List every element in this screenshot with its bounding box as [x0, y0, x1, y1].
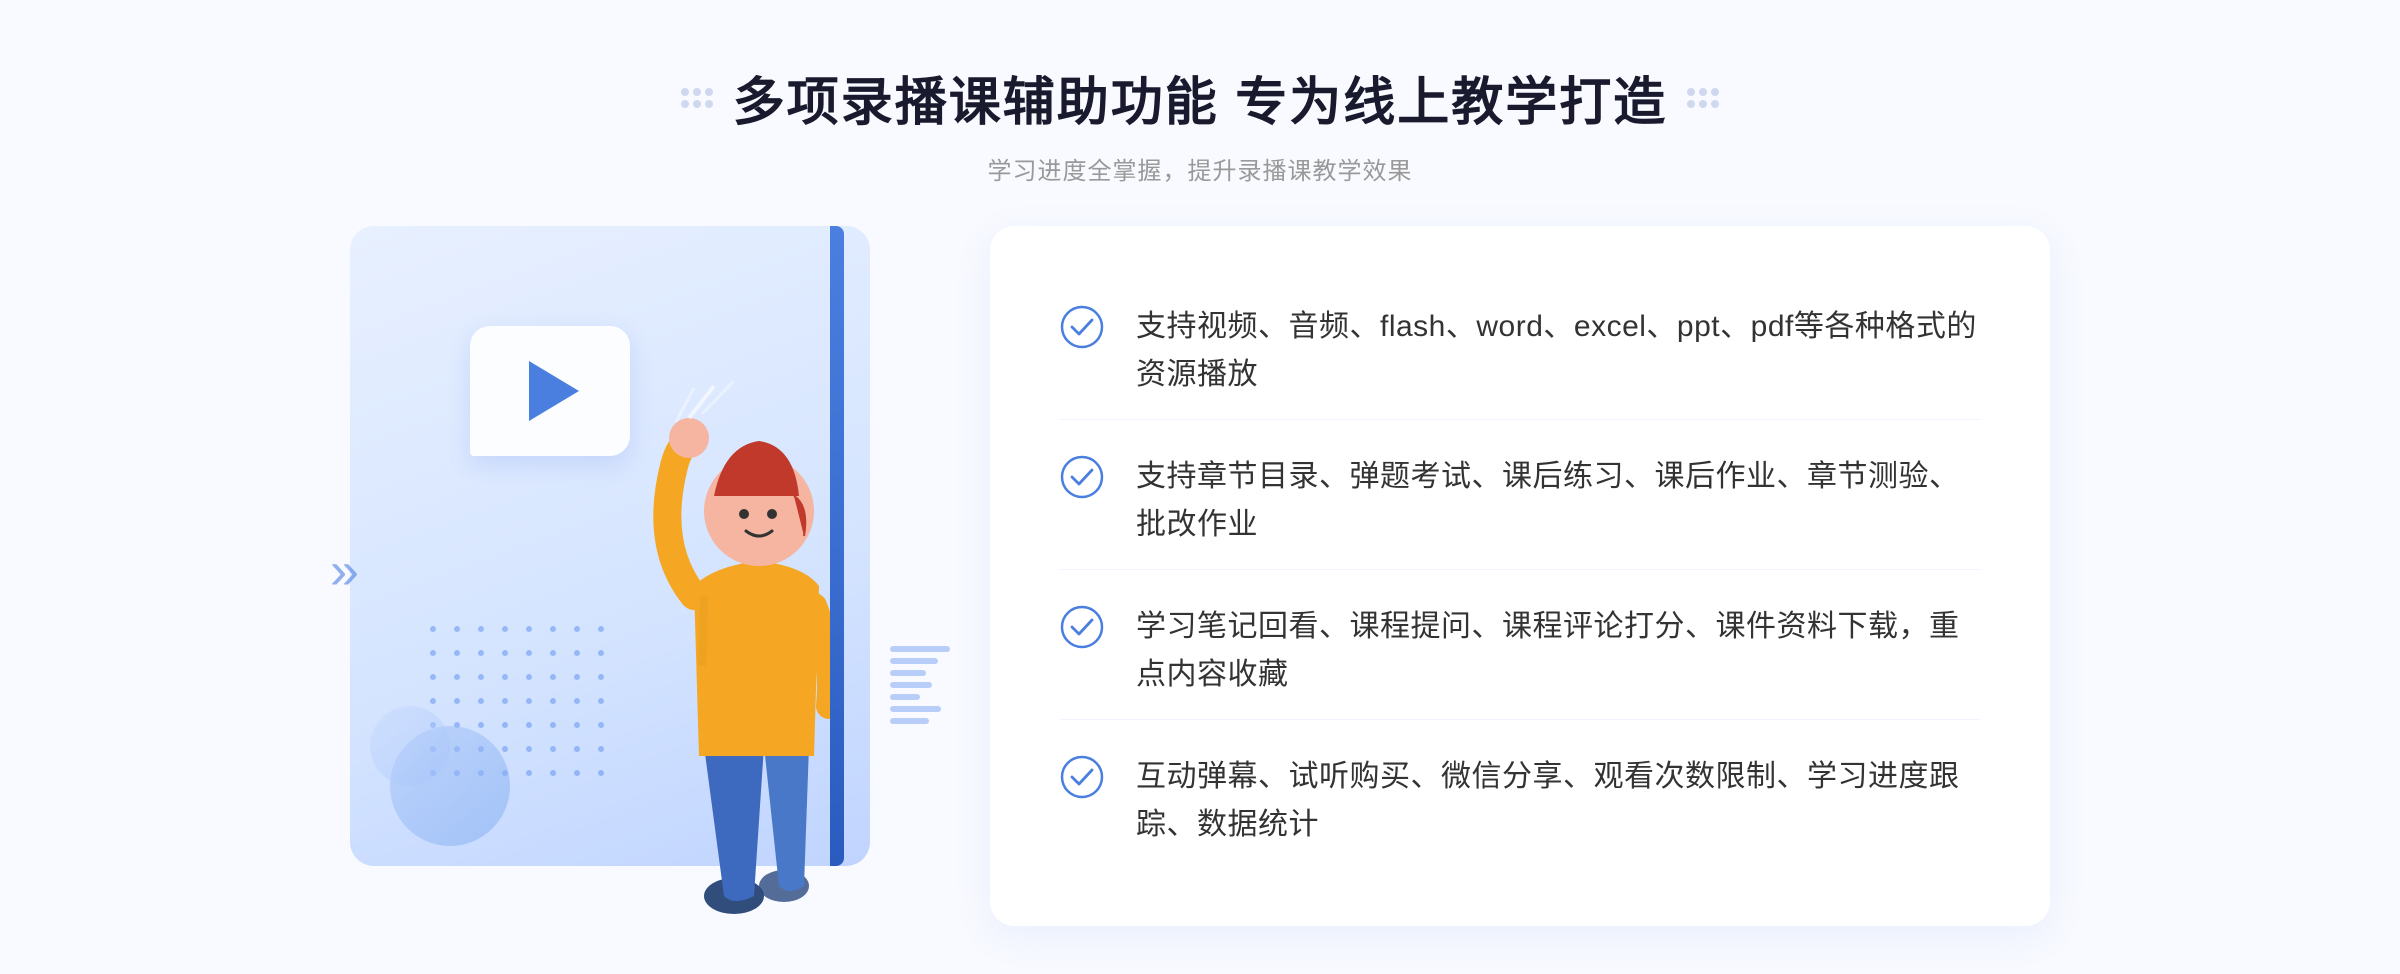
illustration-container: » [350, 226, 1030, 926]
content-area: » 支持视频、音频、flash、word、excel、ppt、pdf等各种格式的… [350, 226, 2050, 926]
check-icon-3 [1060, 605, 1104, 649]
subtitle: 学习进度全掌握，提升录播课教学效果 [681, 151, 1719, 186]
person-figure [594, 366, 914, 926]
deco-circle-2 [370, 706, 450, 786]
chevron-left-decoration: » [330, 541, 359, 601]
blue-accent-bar [830, 226, 844, 866]
feature-item-2: 支持章节目录、弹题考试、课后练习、课后作业、章节测验、批改作业 [1060, 433, 1980, 570]
play-triangle [529, 361, 579, 421]
check-icon-2 [1060, 455, 1104, 499]
feature-item-3: 学习笔记回看、课程提问、课程评论打分、课件资料下载，重点内容收藏 [1060, 583, 1980, 720]
title-row: 多项录播课辅助功能 专为线上教学打造 [681, 60, 1719, 135]
feature-text-4: 互动弹幕、试听购买、微信分享、观看次数限制、学习进度跟踪、数据统计 [1136, 753, 1980, 849]
check-icon-4 [1060, 755, 1104, 799]
title-dots-right [1687, 88, 1719, 108]
features-panel: 支持视频、音频、flash、word、excel、ppt、pdf等各种格式的资源… [990, 226, 2050, 926]
feature-text-2: 支持章节目录、弹题考试、课后练习、课后作业、章节测验、批改作业 [1136, 453, 1980, 549]
title-dots-left [681, 88, 713, 108]
feature-item-1: 支持视频、音频、flash、word、excel、ppt、pdf等各种格式的资源… [1060, 283, 1980, 420]
page-container: 多项录播课辅助功能 专为线上教学打造 学习进度全掌握，提升录播课教学效果 [0, 0, 2400, 974]
check-icon-1 [1060, 305, 1104, 349]
main-title: 多项录播课辅助功能 专为线上教学打造 [733, 60, 1667, 135]
feature-text-3: 学习笔记回看、课程提问、课程评论打分、课件资料下载，重点内容收藏 [1136, 603, 1980, 699]
feature-text-1: 支持视频、音频、flash、word、excel、ppt、pdf等各种格式的资源… [1136, 303, 1980, 399]
header-section: 多项录播课辅助功能 专为线上教学打造 学习进度全掌握，提升录播课教学效果 [681, 0, 1719, 186]
feature-item-4: 互动弹幕、试听购买、微信分享、观看次数限制、学习进度跟踪、数据统计 [1060, 733, 1980, 869]
